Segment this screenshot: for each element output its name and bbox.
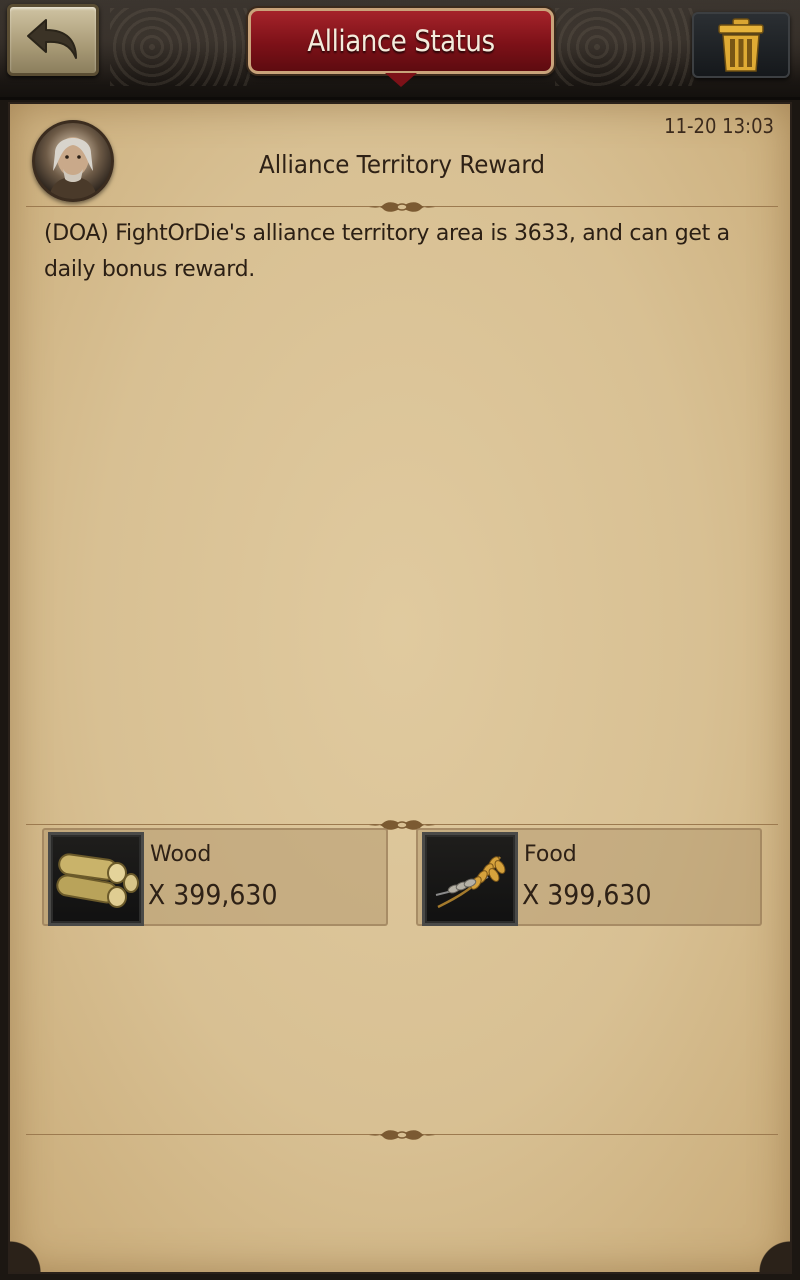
title-plate: Alliance Status (248, 8, 554, 74)
corner-ornament-right (720, 1202, 790, 1272)
back-arrow-icon (27, 19, 77, 59)
reward-icon-frame (422, 832, 518, 926)
reward-amount: X 399,630 (148, 878, 278, 911)
delete-button[interactable] (692, 12, 790, 78)
mail-body: (DOA) FightOrDie's alliance territory ar… (44, 221, 730, 282)
divider-bottom (26, 1128, 778, 1142)
header-ornament-left (110, 8, 250, 86)
reward-amount: X 399,630 (522, 878, 652, 911)
trash-icon (718, 18, 764, 72)
divider-top (26, 200, 778, 214)
header-ornament-right (555, 8, 695, 86)
ornament-icon (369, 202, 435, 212)
mail-timestamp: 11-20 13:03 (664, 114, 774, 138)
ornament-icon (369, 1130, 435, 1140)
reward-item-food: Food X 399,630 (416, 828, 762, 926)
mail-title: Alliance Territory Reward (258, 150, 546, 179)
mail-panel: 11-20 13:03 Alliance Territory Reward (D… (8, 102, 792, 1274)
reward-icon-frame (48, 832, 144, 926)
reward-name: Wood (150, 842, 212, 867)
page-title: Alliance Status (307, 24, 495, 58)
wheat-icon (435, 856, 506, 909)
reward-item-wood: Wood X 399,630 (42, 828, 388, 926)
reward-name: Food (524, 842, 577, 867)
top-bar: Alliance Status (0, 0, 800, 100)
corner-ornament-left (10, 1202, 80, 1272)
back-button[interactable] (7, 4, 99, 76)
wood-logs-icon (56, 853, 139, 908)
